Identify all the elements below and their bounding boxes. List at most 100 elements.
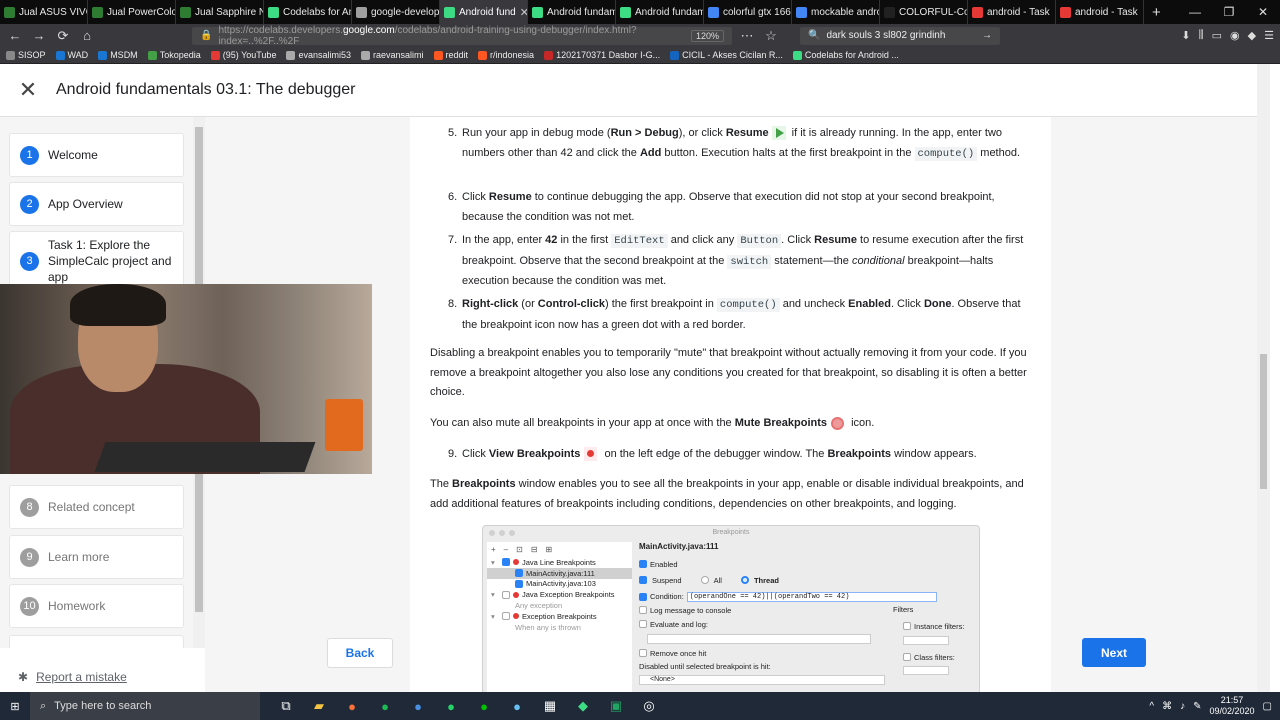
expand-arrow-icon[interactable]: ▾ [491, 612, 499, 621]
browser-tab[interactable]: COLORFUL-Colorful [880, 0, 968, 24]
report-mistake-link[interactable]: ✱ Report a mistake [18, 670, 127, 684]
none-select[interactable]: <None> [639, 675, 885, 685]
language-icon[interactable]: ✎ [1193, 701, 1201, 712]
tree-row[interactable]: MainActivity.java:103 [487, 579, 632, 590]
tree-toolbar-button[interactable]: ⊞ [546, 545, 553, 554]
steam-icon[interactable]: ● [507, 696, 527, 716]
windows-start-icon[interactable]: ⊞ [0, 700, 30, 713]
new-tab-icon[interactable]: + [1144, 0, 1169, 24]
android-studio-icon[interactable]: ◆ [573, 696, 593, 716]
browser-tab[interactable]: mockable andro [792, 0, 880, 24]
sidebar-step-task-1[interactable]: 3 Task 1: Explore the SimpleCalc project… [9, 231, 184, 291]
extension-icon[interactable]: ◉ [1230, 29, 1240, 42]
calculator-icon[interactable]: ▦ [540, 696, 560, 716]
checkbox[interactable] [515, 569, 523, 578]
checkbox[interactable] [639, 649, 647, 658]
home-icon[interactable]: ⌂ [78, 28, 96, 43]
browser-tab[interactable]: Jual PowerColo [88, 0, 176, 24]
browser-tab[interactable]: Android fundam [528, 0, 616, 24]
tree-toolbar-button[interactable]: ⊟ [531, 545, 538, 554]
sidebar-step-app-overview[interactable]: 2 App Overview [9, 182, 184, 226]
whatsapp-icon[interactable]: ● [441, 696, 461, 716]
menu-icon[interactable]: ☰ [1264, 29, 1274, 42]
browser-search-box[interactable]: 🔍 dark souls 3 sl802 grindinh → [800, 26, 1000, 45]
scrollbar-thumb[interactable] [1260, 354, 1267, 489]
instance-filters-row[interactable]: Instance filters: [903, 621, 964, 632]
app-icon[interactable]: ◎ [639, 696, 659, 716]
sidebar-step-homework[interactable]: 10 Homework [9, 584, 184, 628]
tree-row[interactable]: ▾ Exception Breakpoints [487, 611, 632, 622]
checkbox[interactable] [639, 620, 647, 629]
browser-tab[interactable]: android - Task [968, 0, 1056, 24]
close-tab-icon[interactable]: ✕ [520, 6, 527, 19]
sidebar-toggle-icon[interactable]: ▭ [1212, 29, 1222, 42]
evaluate-input[interactable] [647, 634, 871, 644]
enabled-row[interactable]: Enabled [639, 556, 979, 572]
tree-row[interactable]: Any exception [487, 600, 632, 611]
bookmark-star-icon[interactable]: ☆ [762, 28, 780, 44]
tree-toolbar-button[interactable]: ⊡ [516, 545, 523, 554]
bookmark-item[interactable]: r/indonesia [478, 50, 534, 60]
spreadsheet-icon[interactable]: ▣ [606, 696, 626, 716]
checkbox[interactable] [515, 579, 523, 588]
bookmark-item[interactable]: reddit [433, 50, 468, 60]
task-view-icon[interactable]: ⧉ [276, 696, 296, 716]
maximize-icon[interactable]: ❐ [1212, 0, 1246, 24]
minimize-icon[interactable]: — [1178, 0, 1212, 24]
volume-icon[interactable]: ♪ [1180, 701, 1185, 712]
clock[interactable]: 21:57 09/02/2020 [1210, 695, 1255, 717]
radio-thread[interactable] [740, 576, 749, 584]
library-icon[interactable]: ⫼ [1199, 29, 1204, 42]
checkbox[interactable] [903, 622, 911, 631]
tree-toolbar-button[interactable]: – [504, 545, 508, 554]
checkbox[interactable] [903, 653, 911, 662]
sidebar-step-welcome[interactable]: 1 Welcome [9, 133, 184, 177]
file-explorer-icon[interactable]: ▰ [309, 696, 329, 716]
back-arrow-icon[interactable]: ← [6, 28, 24, 43]
bookmark-item[interactable]: Tokopedia [147, 50, 201, 60]
sidebar-step-related-concept[interactable]: 8 Related concept [9, 485, 184, 529]
sidebar-step-next[interactable] [9, 635, 184, 648]
bookmark-item[interactable]: WAD [55, 50, 88, 60]
line-icon[interactable]: ● [474, 696, 494, 716]
page-scrollbar[interactable] [1257, 64, 1270, 692]
next-button[interactable]: Next [1082, 638, 1146, 667]
page-actions-icon[interactable]: ⋯ [738, 28, 756, 44]
checkbox[interactable] [502, 612, 510, 621]
browser-tab[interactable]: Android fund ✕ [440, 0, 528, 24]
condition-input[interactable]: (operandOne == 42)||(operandTwo == 42) [686, 591, 937, 602]
checkbox[interactable] [502, 558, 510, 567]
notifications-icon[interactable]: ▢ [1263, 701, 1272, 712]
bookmark-item[interactable]: raevansalimi [360, 50, 424, 60]
network-icon[interactable]: ⌘ [1162, 701, 1172, 712]
url-bar[interactable]: 🔒 https://codelabs.developers.google.com… [192, 25, 732, 47]
download-icon[interactable]: ⬇ [1181, 29, 1190, 42]
browser-tab[interactable]: android - Task [1056, 0, 1144, 24]
reload-icon[interactable]: ⟳ [54, 28, 72, 44]
class-filter-field[interactable] [903, 666, 949, 675]
tree-row[interactable]: ▾ Java Line Breakpoints [487, 557, 632, 568]
browser-tab[interactable]: google-develop [352, 0, 440, 24]
browser-tab[interactable]: Codelabs for An [264, 0, 352, 24]
taskbar-search[interactable]: ⌕ Type here to search [30, 692, 260, 720]
expand-arrow-icon[interactable]: ▾ [491, 590, 499, 599]
log-message-row[interactable]: Log message to console [639, 605, 979, 616]
browser-tab[interactable]: colorful gtx 166 [704, 0, 792, 24]
forward-arrow-icon[interactable]: → [30, 28, 48, 43]
bookmark-item[interactable]: Codelabs for Android ... [792, 50, 899, 60]
close-icon[interactable]: ✕ [0, 77, 56, 103]
bookmark-item[interactable]: CICIL - Akses Cicilan R... [670, 50, 783, 60]
browser-tab[interactable]: Jual ASUS VIVOB [0, 0, 88, 24]
bookmark-item[interactable]: SISOP [6, 50, 46, 60]
tree-toolbar-button[interactable]: + [491, 545, 496, 554]
radio-all[interactable] [700, 576, 709, 584]
checkbox[interactable] [639, 560, 647, 568]
bookmark-item[interactable]: (95) YouTube [210, 50, 276, 60]
browser-tab[interactable]: Jual Sapphire Ni [176, 0, 264, 24]
checkbox[interactable] [639, 606, 647, 615]
bookmark-item[interactable]: MSDM [98, 50, 138, 60]
sidebar-step-learn-more[interactable]: 9 Learn more [9, 535, 184, 579]
expand-arrow-icon[interactable]: ▾ [491, 558, 499, 567]
bookmark-item[interactable]: 1202170371 Dasbor I-G... [544, 50, 660, 60]
tree-row[interactable]: When any is thrown [487, 622, 632, 633]
